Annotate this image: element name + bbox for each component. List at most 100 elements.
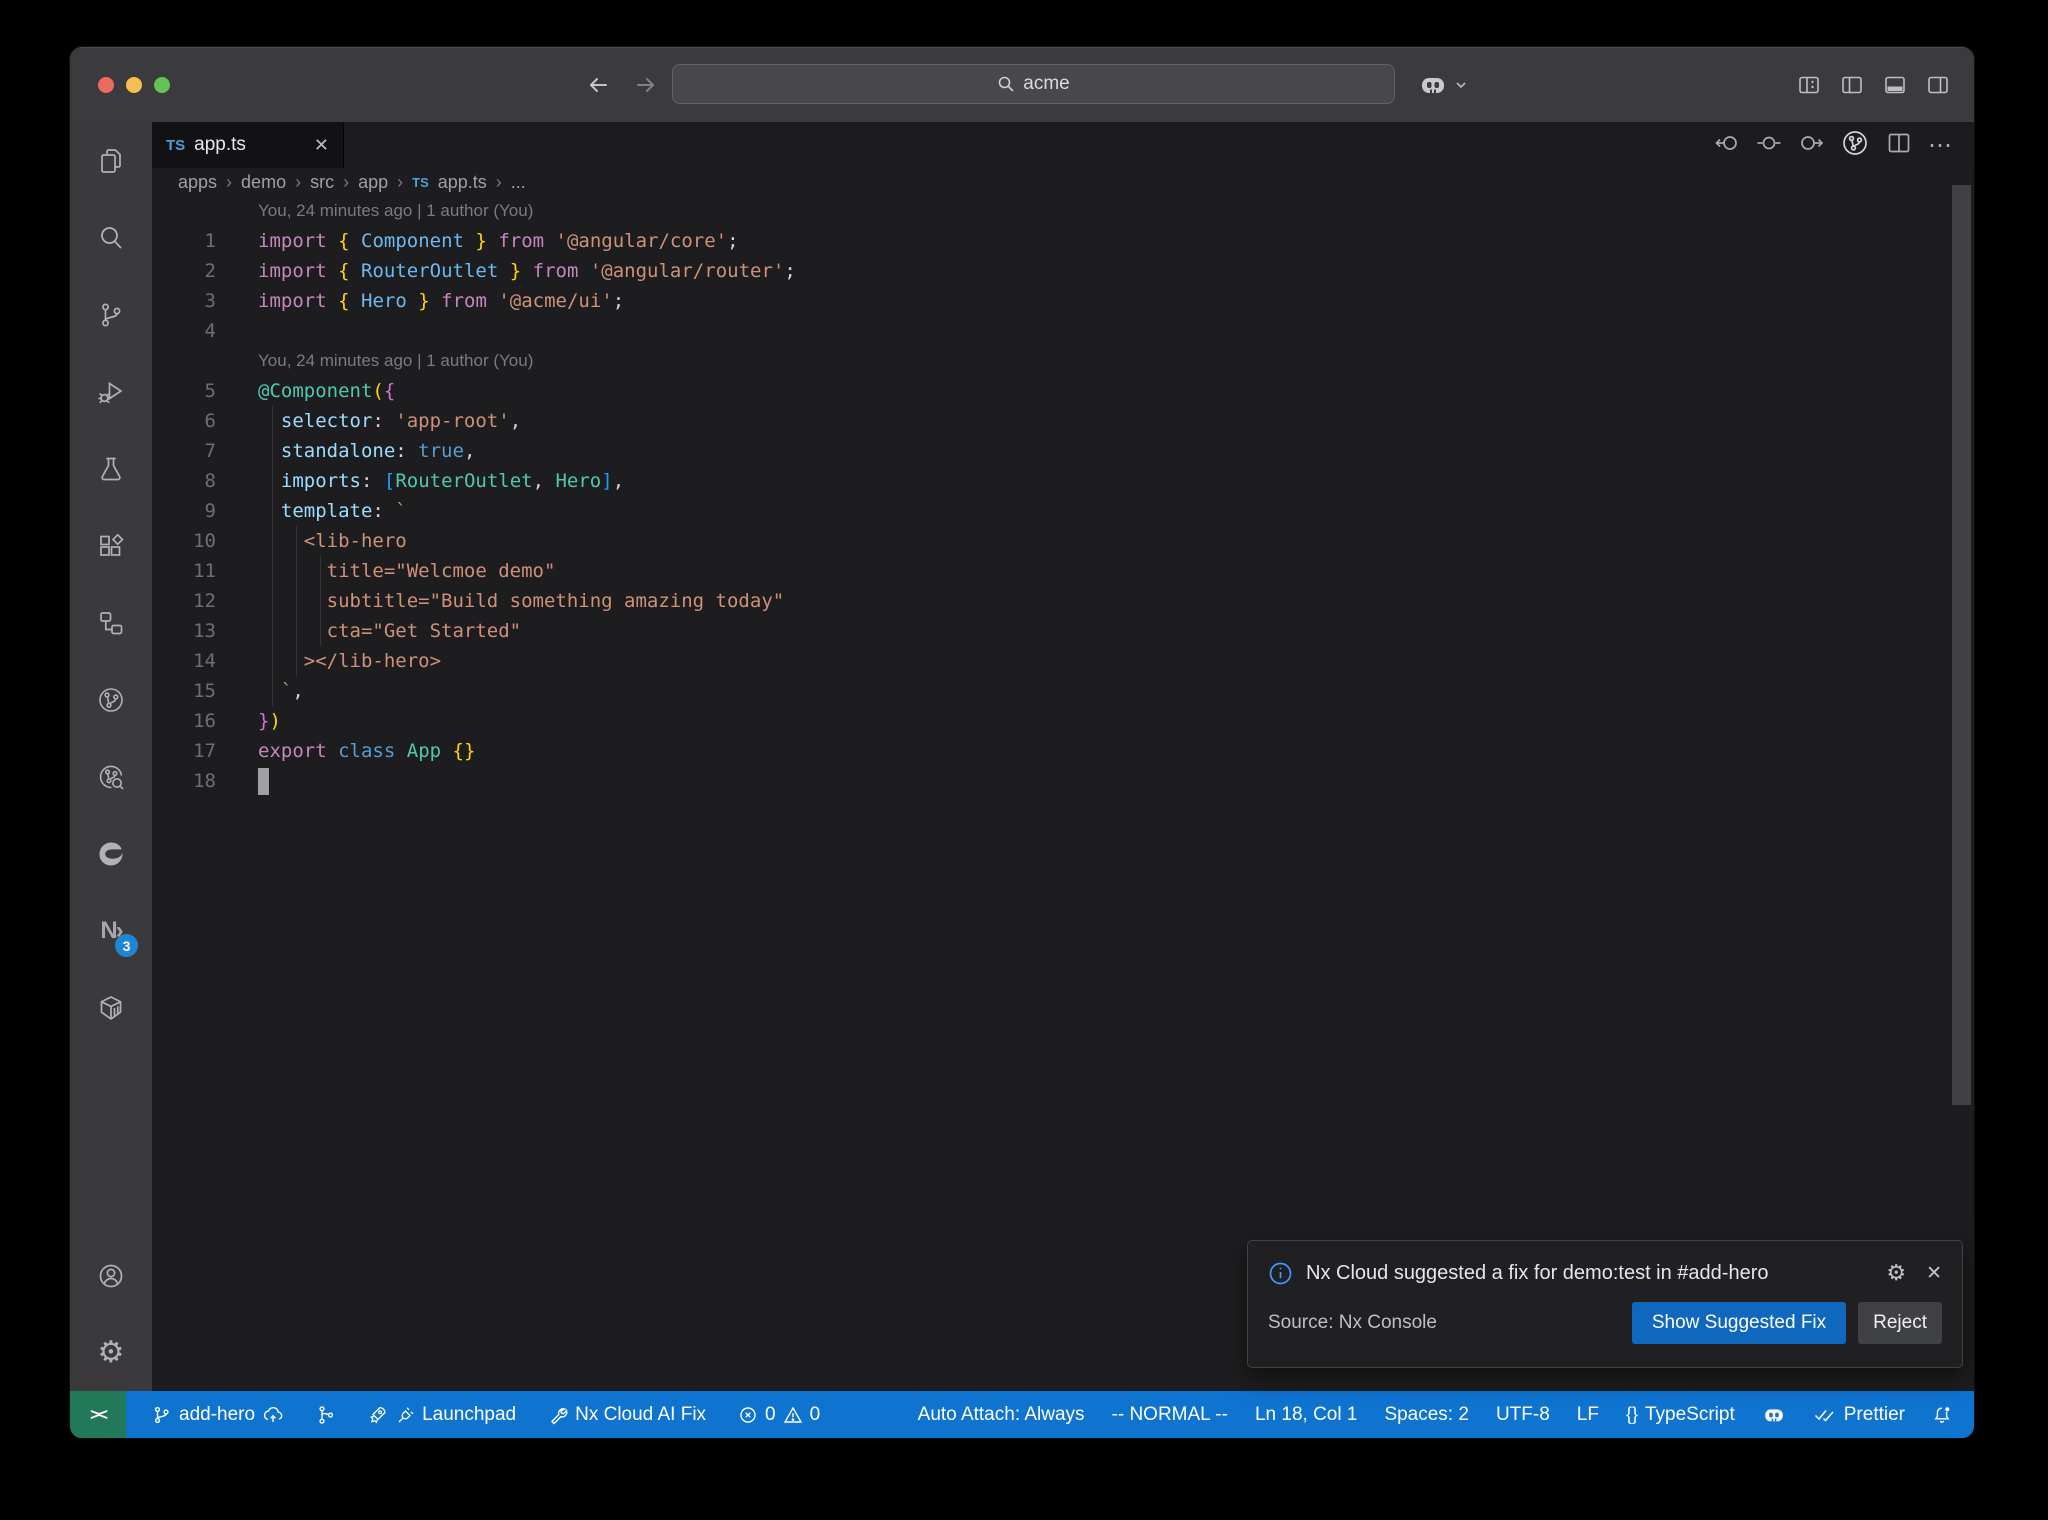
rocket-icon	[368, 1405, 388, 1425]
code-line[interactable]: 16})	[152, 706, 1974, 736]
accounts-icon[interactable]	[70, 1237, 152, 1314]
breadcrumb-file[interactable]: app.ts	[438, 172, 487, 193]
zoom-window-button[interactable]	[154, 76, 170, 93]
activity-extensions-icon[interactable]	[70, 507, 152, 584]
nx-graph-icon[interactable]	[1840, 128, 1870, 163]
activity-search-icon[interactable]	[70, 199, 152, 276]
open-next-change-icon[interactable]	[1798, 130, 1824, 161]
show-suggested-fix-button[interactable]: Show Suggested Fix	[1631, 1302, 1847, 1344]
cursor-position-status[interactable]: Ln 18, Col 1	[1255, 1404, 1357, 1426]
branch-name: add-hero	[179, 1403, 256, 1425]
code-line[interactable]: 18	[152, 766, 1974, 796]
nx-console-badge: 3	[115, 934, 138, 957]
line-number: 7	[204, 440, 216, 462]
navigate-back-icon[interactable]	[585, 72, 611, 98]
activity-project-hierarchy-icon[interactable]	[70, 584, 152, 661]
notification-settings-icon[interactable]: ⚙	[1886, 1261, 1906, 1286]
remote-indicator[interactable]: ><	[70, 1391, 126, 1438]
nx-fix-label: Nx Cloud AI Fix	[575, 1403, 707, 1425]
activity-nx-cloud-icon[interactable]	[70, 661, 152, 738]
git-branch-status[interactable]: add-hero	[152, 1404, 284, 1426]
code-line[interactable]: 10 <lib-hero	[152, 526, 1974, 556]
activity-source-control-icon[interactable]	[70, 276, 152, 353]
formatter-status[interactable]: Prettier	[1813, 1404, 1905, 1426]
breadcrumb-item[interactable]: app	[358, 172, 388, 193]
chevron-right-icon: ›	[295, 171, 302, 192]
vim-block-cursor	[258, 767, 269, 795]
blame-annotation: You, 24 minutes ago | 1 author (You)	[258, 351, 534, 370]
code-line[interactable]: 9 template: `	[152, 496, 1974, 526]
toggle-panel-icon[interactable]	[1883, 73, 1907, 97]
formatter-label: Prettier	[1843, 1403, 1905, 1425]
problems-status[interactable]: 0 0	[738, 1404, 820, 1426]
code-line[interactable]: 4	[152, 316, 1974, 346]
code-line[interactable]: 3 import { Hero } from '@acme/ui';	[152, 286, 1974, 316]
line-number: 4	[204, 320, 216, 342]
activity-containers-icon[interactable]	[70, 969, 152, 1046]
notification-close-icon[interactable]: ✕	[1926, 1262, 1942, 1285]
toggle-secondary-sidebar-icon[interactable]	[1926, 73, 1950, 97]
code-line[interactable]: 11 title="Welcmoe demo"	[152, 556, 1974, 586]
code-line[interactable]: 17 export class App {}	[152, 736, 1974, 766]
code-line[interactable]: 13 cta="Get Started"	[152, 616, 1974, 646]
notifications-bell[interactable]	[1932, 1405, 1952, 1425]
navigate-forward-icon[interactable]	[633, 72, 659, 98]
activity-run-debug-icon[interactable]	[70, 353, 152, 430]
line-number: 12	[193, 590, 216, 612]
breadcrumb-item[interactable]: src	[310, 172, 334, 193]
code-line[interactable]: 6 selector: 'app-root',	[152, 406, 1974, 436]
code-line[interactable]: 5 @Component({	[152, 376, 1974, 406]
code-line[interactable]: 1 import { Component } from '@angular/cor…	[152, 226, 1974, 256]
split-editor-icon[interactable]	[1886, 130, 1912, 161]
code-line[interactable]: 7 standalone: true,	[152, 436, 1974, 466]
activity-nx-verify-icon[interactable]	[70, 738, 152, 815]
breadcrumb-ellipsis[interactable]: ...	[511, 172, 526, 193]
settings-gear-icon[interactable]: ⚙	[70, 1314, 152, 1391]
open-changes-icon[interactable]	[1756, 130, 1782, 161]
notification-toast: Nx Cloud suggested a fix for demo:test i…	[1247, 1240, 1963, 1368]
line-number: 16	[193, 710, 216, 732]
activity-explorer-icon[interactable]	[70, 122, 152, 199]
activity-edge-tools-icon[interactable]	[70, 815, 152, 892]
copilot-menu-button[interactable]	[1418, 47, 1468, 122]
tab-bar: TS app.ts ✕ ⋯	[152, 122, 1974, 168]
more-actions-icon[interactable]: ⋯	[1928, 131, 1954, 160]
code-line[interactable]: 14 ></lib-hero>	[152, 646, 1974, 676]
source-control-graph-status[interactable]	[316, 1405, 336, 1425]
copilot-status[interactable]	[1762, 1403, 1786, 1427]
code-line[interactable]: 12 subtitle="Build something amazing tod…	[152, 586, 1974, 616]
breadcrumb-item[interactable]: apps	[178, 172, 217, 193]
activity-testing-icon[interactable]	[70, 430, 152, 507]
close-window-button[interactable]	[98, 76, 114, 93]
vim-mode-status[interactable]: -- NORMAL --	[1112, 1404, 1228, 1426]
code-line[interactable]: 2 import { RouterOutlet } from '@angular/…	[152, 256, 1974, 286]
eol-status[interactable]: LF	[1577, 1404, 1599, 1426]
encoding-status[interactable]: UTF-8	[1496, 1404, 1550, 1426]
code-line[interactable]: 8 imports: [RouterOutlet, Hero],	[152, 466, 1974, 496]
command-center-search[interactable]: acme	[672, 64, 1395, 104]
indentation-status[interactable]: Spaces: 2	[1384, 1404, 1469, 1426]
toggle-primary-sidebar-icon[interactable]	[1840, 73, 1864, 97]
indent-guide	[296, 526, 297, 676]
customize-layout-icon[interactable]	[1797, 73, 1821, 97]
breadcrumb-item[interactable]: demo	[241, 172, 286, 193]
nx-cloud-ai-fix-status[interactable]: Nx Cloud AI Fix	[548, 1404, 706, 1426]
launchpad-status[interactable]: Launchpad	[368, 1404, 516, 1426]
code-line[interactable]: 15 `,	[152, 676, 1974, 706]
traffic-lights	[98, 47, 170, 122]
tab-close-icon[interactable]: ✕	[314, 136, 329, 154]
code-editor[interactable]: You, 24 minutes ago | 1 author (You) 1 imp…	[152, 196, 1974, 1391]
editor-scrollbar[interactable]	[1952, 185, 1971, 1105]
open-previous-change-icon[interactable]	[1714, 130, 1740, 161]
blame-annotation: You, 24 minutes ago | 1 author (You)	[258, 201, 534, 220]
reject-button[interactable]: Reject	[1858, 1302, 1942, 1344]
editor-code: You, 24 minutes ago | 1 author (You) 1 imp…	[152, 196, 1974, 1391]
tab-app-ts[interactable]: TS app.ts ✕	[152, 122, 344, 168]
vscode-window: acme N› 3 ⚙ TS app.ts ✕ ⋯ apps › demo › …	[70, 47, 1974, 1438]
activity-nx-console-icon[interactable]: N› 3	[70, 892, 152, 969]
copilot-icon	[1762, 1403, 1786, 1427]
minimize-window-button[interactable]	[126, 76, 142, 93]
bell-dot-icon	[1932, 1405, 1952, 1425]
language-mode-status[interactable]: {} TypeScript	[1626, 1404, 1735, 1426]
auto-attach-status[interactable]: Auto Attach: Always	[918, 1404, 1085, 1426]
